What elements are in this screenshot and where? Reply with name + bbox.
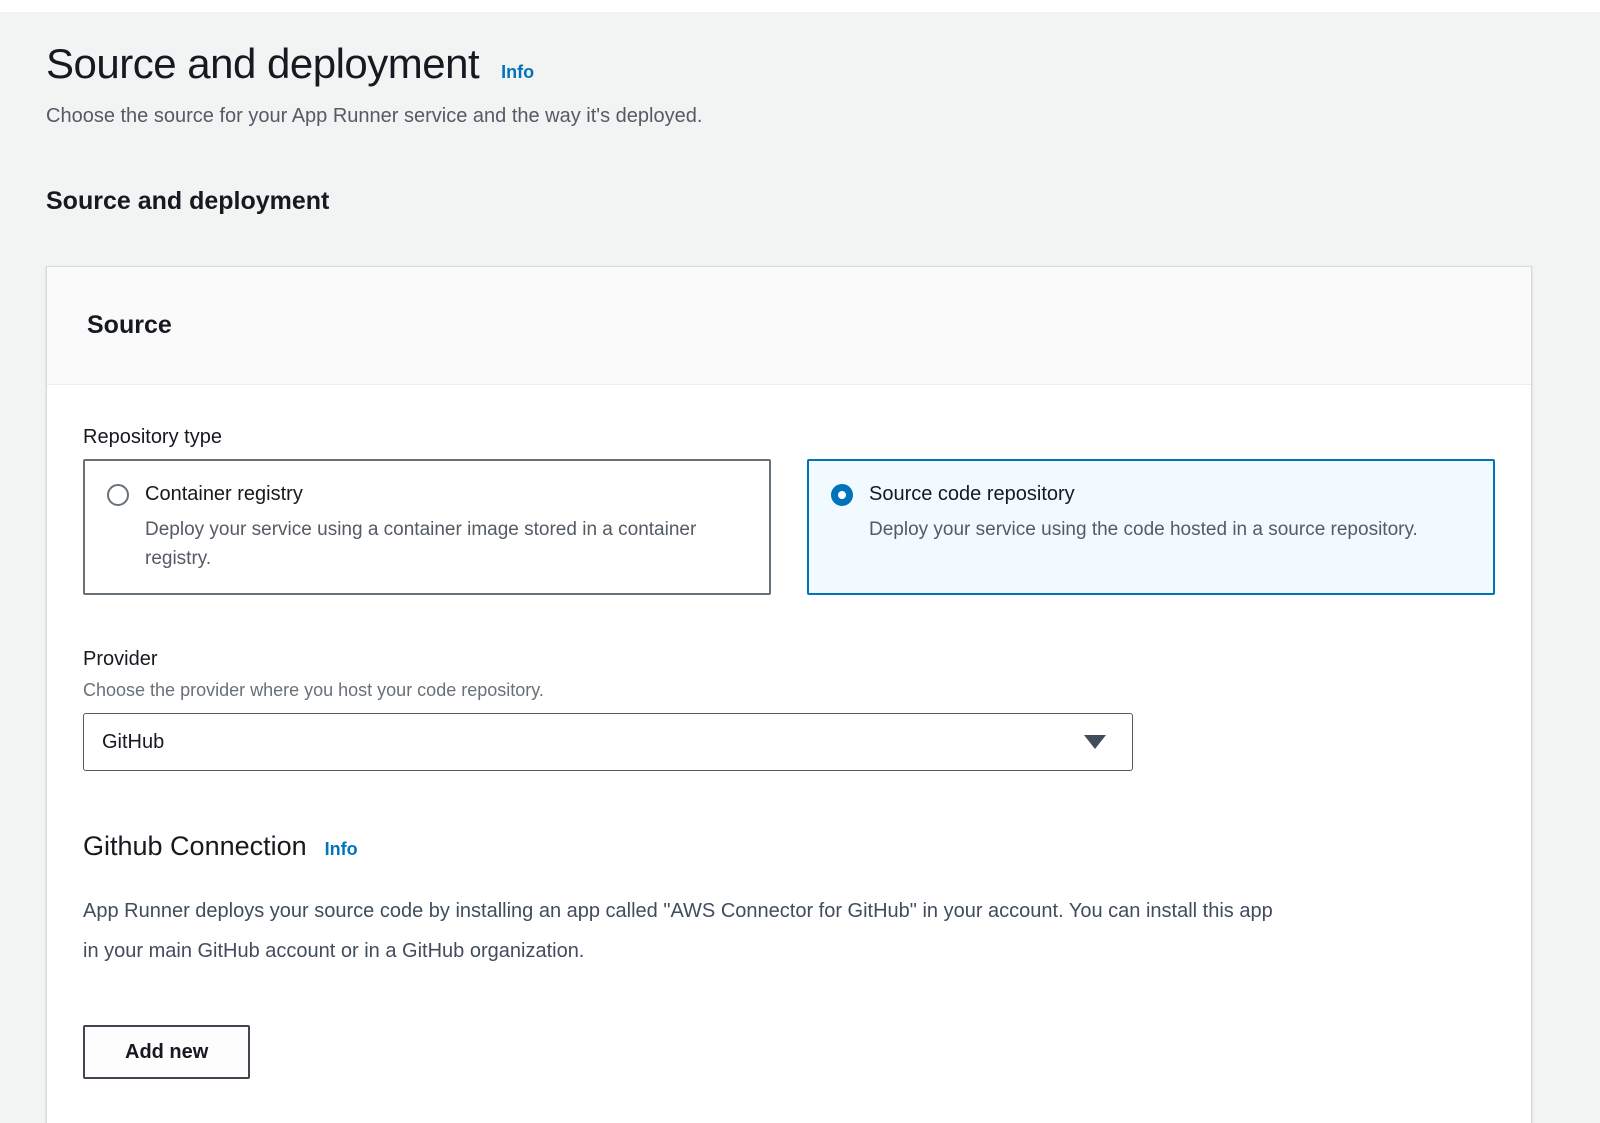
- github-connection-section: Github Connection Info App Runner deploy…: [83, 829, 1495, 1079]
- provider-description: Choose the provider where you host your …: [83, 679, 1495, 701]
- source-card-header: Source: [47, 267, 1531, 385]
- top-white-strip: [0, 0, 1600, 12]
- caret-down-icon: [1084, 735, 1106, 749]
- github-connection-info-link[interactable]: Info: [325, 839, 358, 860]
- tile-container-registry[interactable]: Container registry Deploy your service u…: [83, 459, 771, 595]
- repository-type-tiles: Container registry Deploy your service u…: [83, 459, 1495, 595]
- source-card-body: Repository type Container registry Deplo…: [47, 385, 1531, 1123]
- tile-text: Source code repository Deploy your servi…: [869, 481, 1418, 573]
- source-card-title: Source: [87, 311, 172, 340]
- github-connection-header: Github Connection Info: [83, 829, 1495, 863]
- provider-section: Provider Choose the provider where you h…: [83, 647, 1495, 771]
- section-heading: Source and deployment: [46, 186, 1600, 216]
- tile-label: Container registry: [145, 481, 710, 507]
- page-header: Source and deployment Info: [46, 38, 1600, 90]
- tile-label: Source code repository: [869, 481, 1418, 507]
- provider-selected-value: GitHub: [102, 731, 164, 754]
- title-info-link[interactable]: Info: [501, 62, 534, 83]
- page-subtitle: Choose the source for your App Runner se…: [46, 102, 1600, 130]
- repository-type-label: Repository type: [83, 425, 1495, 449]
- tile-text: Container registry Deploy your service u…: [145, 481, 710, 573]
- page-title: Source and deployment: [46, 38, 479, 90]
- github-connection-heading: Github Connection: [83, 829, 307, 863]
- page-content: Source and deployment Info Choose the so…: [0, 12, 1600, 1123]
- tile-description: Deploy your service using the code hoste…: [869, 515, 1418, 544]
- provider-select[interactable]: GitHub: [83, 713, 1133, 771]
- source-card: Source Repository type Container registr…: [46, 266, 1532, 1123]
- radio-unselected-icon[interactable]: [107, 484, 129, 506]
- tile-source-code-repository[interactable]: Source code repository Deploy your servi…: [807, 459, 1495, 595]
- github-connection-description: App Runner deploys your source code by i…: [83, 891, 1273, 971]
- add-new-button[interactable]: Add new: [83, 1025, 250, 1079]
- tile-description: Deploy your service using a container im…: [145, 515, 710, 573]
- provider-label: Provider: [83, 647, 1495, 671]
- radio-selected-icon[interactable]: [831, 484, 853, 506]
